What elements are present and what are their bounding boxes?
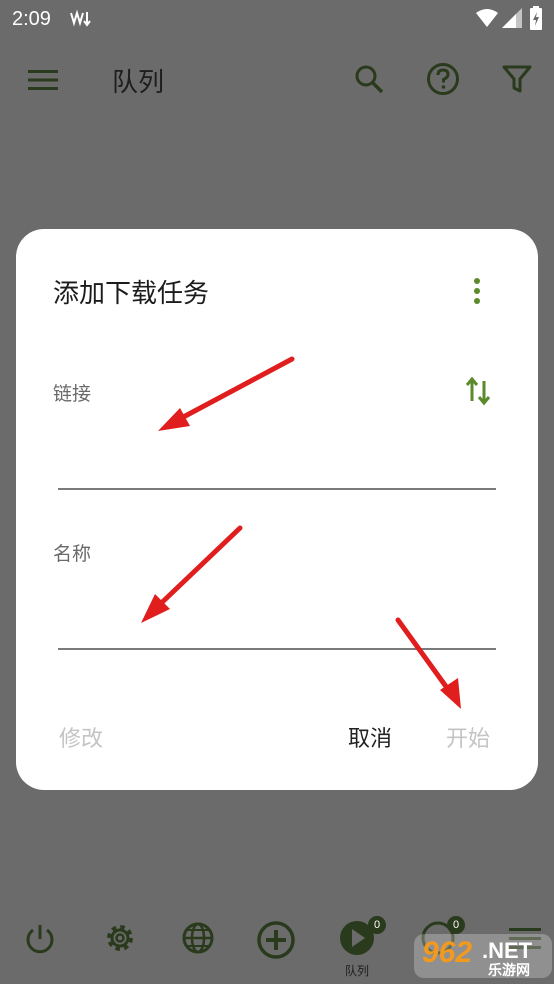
more-options-icon[interactable]: [466, 275, 488, 307]
queue-nav-label: 队列: [344, 964, 369, 978]
start-button[interactable]: 开始: [446, 721, 490, 753]
status-bar: 2:09: [0, 0, 554, 40]
menu-icon[interactable]: [28, 68, 58, 92]
dialog-title: 添加下载任务: [53, 279, 210, 309]
help-icon[interactable]: [426, 62, 460, 96]
edit-button[interactable]: 修改: [59, 721, 103, 753]
swap-vertical-icon[interactable]: [464, 375, 492, 407]
name-label: 名称: [53, 543, 92, 565]
link-label: 链接: [53, 383, 92, 405]
filter-icon[interactable]: [502, 64, 532, 94]
data-activity-icon: [70, 9, 91, 27]
wifi-icon: [476, 9, 498, 27]
globe-icon[interactable]: [178, 918, 218, 958]
app-bar: 队列: [0, 40, 554, 124]
status-time: 2:09: [12, 8, 51, 30]
settings-gear-icon[interactable]: [100, 918, 140, 958]
power-icon[interactable]: [20, 918, 60, 958]
svg-text:962: 962: [422, 936, 472, 969]
page-title: 队列: [112, 68, 165, 98]
queue-count-badge: 0: [368, 916, 386, 934]
watermark-logo: 962 .NET: [414, 934, 552, 978]
cancel-button[interactable]: 取消: [348, 721, 392, 753]
name-input[interactable]: [58, 610, 496, 650]
add-download-dialog: 添加下载任务 链接 名称 修改 取消 开始: [16, 229, 538, 790]
battery-charging-icon: [530, 6, 542, 30]
watermark-text: 乐游网: [488, 963, 530, 979]
signal-icon: [502, 8, 522, 28]
link-input[interactable]: [58, 450, 496, 490]
add-circle-icon[interactable]: [256, 920, 296, 960]
search-icon[interactable]: [354, 64, 384, 94]
